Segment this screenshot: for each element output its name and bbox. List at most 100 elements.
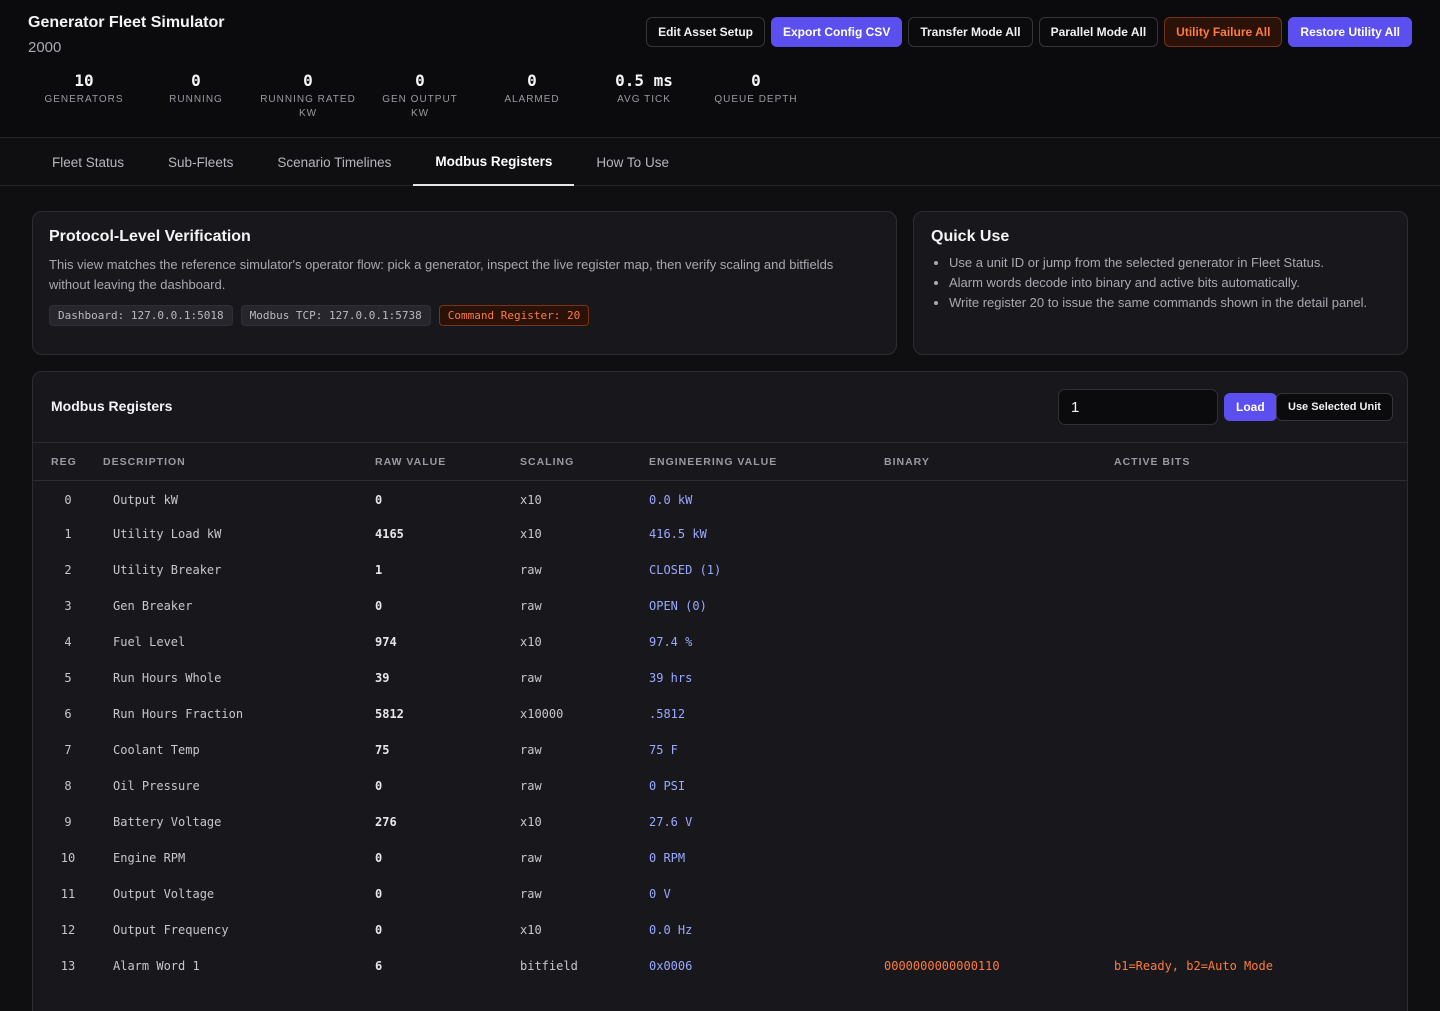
use-selected-unit-button[interactable]: Use Selected Unit: [1276, 393, 1393, 421]
stat-label: Alarmed: [504, 94, 560, 105]
stat-running-rated-kw: 0 Running Rated kW: [252, 71, 364, 121]
load-button[interactable]: Load: [1224, 393, 1277, 421]
binary-cell: [884, 480, 1114, 516]
reg-cell: 9: [64, 815, 72, 829]
raw-value-cell: 0: [375, 599, 383, 613]
description-cell: Alarm Word 1: [113, 959, 200, 973]
active-bits-cell: [1114, 480, 1407, 516]
reg-cell: 2: [64, 563, 72, 577]
scaling-cell: raw: [520, 743, 542, 757]
active-bits-cell: [1114, 552, 1407, 588]
unit-id-input[interactable]: [1058, 389, 1218, 425]
col-active-bits: Active Bits: [1114, 443, 1407, 481]
reg-cell: 3: [64, 599, 72, 613]
table-row: 10 Engine RPM 0 raw 0 RPM: [33, 840, 1407, 876]
engineering-value-cell: .5812: [649, 707, 686, 721]
description-cell: Run Hours Fraction: [113, 707, 244, 721]
engineering-value-cell: OPEN (0): [649, 599, 707, 613]
engineering-value-cell: 0 V: [649, 887, 671, 901]
description-cell: Output Frequency: [113, 923, 229, 937]
raw-value-cell: 5812: [375, 707, 404, 721]
description-cell: Utility Breaker: [113, 563, 222, 577]
table-row: 7 Coolant Temp 75 raw 75 F: [33, 732, 1407, 768]
raw-value-cell: 75: [375, 743, 390, 757]
raw-value-cell: 0: [375, 779, 383, 793]
list-item: Use a unit ID or jump from the selected …: [949, 253, 1390, 273]
description-cell: Output kW: [113, 493, 179, 508]
export-config-csv-button[interactable]: Export Config CSV: [770, 17, 903, 47]
stat-value: 0: [191, 71, 201, 90]
tab-sub-fleets[interactable]: Sub-Fleets: [146, 138, 255, 186]
verification-text: This view matches the reference simulato…: [49, 257, 834, 292]
reg-cell: 4: [64, 635, 72, 649]
table-row: 5 Run Hours Whole 39 raw 39 hrs: [33, 660, 1407, 696]
header-actions: Edit Asset Setup Export Config CSV Trans…: [646, 17, 1412, 47]
col-scaling: Scaling: [520, 443, 649, 481]
stat-queue-depth: 0 Queue Depth: [700, 71, 812, 121]
reg-cell: 1: [64, 527, 72, 541]
quick-use-card: Quick Use Use a unit ID or jump from the…: [913, 211, 1408, 355]
active-bits-cell: [1114, 696, 1407, 732]
description-cell: Oil Pressure: [113, 779, 200, 793]
raw-value-cell: 6: [375, 959, 383, 973]
dashboard-endpoint-chip: Dashboard: 127.0.0.1:5018: [49, 305, 233, 326]
stat-avg-tick: 0.5 ms Avg Tick: [588, 71, 700, 121]
reg-cell: 11: [60, 887, 76, 901]
utility-failure-all-button[interactable]: Utility Failure All: [1164, 17, 1283, 47]
engineering-value-cell: 0 RPM: [649, 851, 686, 865]
scaling-cell: bitfield: [520, 959, 578, 973]
stat-value: 0.5 ms: [615, 71, 673, 90]
active-bits-cell: [1114, 840, 1407, 876]
table-row: 2 Utility Breaker 1 raw CLOSED (1): [33, 552, 1407, 588]
table-row: 6 Run Hours Fraction 5812 x10000 .5812: [33, 696, 1407, 732]
stat-generators: 10 Generators: [28, 71, 140, 121]
tab-modbus-registers[interactable]: Modbus Registers: [413, 138, 575, 186]
raw-value-cell: 974: [375, 635, 397, 649]
col-raw-value: Raw Value: [375, 443, 520, 481]
binary-cell: [884, 624, 1114, 660]
registers-table: Reg Description Raw Value Scaling Engine…: [33, 443, 1407, 984]
col-reg: Reg: [33, 443, 103, 481]
scaling-cell: raw: [520, 599, 542, 613]
tab-how-to-use[interactable]: How To Use: [574, 138, 691, 186]
parallel-mode-all-button[interactable]: Parallel Mode All: [1038, 17, 1159, 47]
fleet-stats: 10 Generators 0 Running 0 Running Rated …: [28, 71, 812, 121]
stat-gen-output-kw: 0 Gen Output kW: [364, 71, 476, 121]
reg-cell: 13: [60, 959, 76, 973]
table-row: 9 Battery Voltage 276 x10 27.6 V: [33, 804, 1407, 840]
binary-cell: [884, 804, 1114, 840]
engineering-value-cell: 0x0006: [649, 959, 693, 973]
active-bits-cell: [1114, 660, 1407, 696]
app-header: Generator Fleet Simulator 2000 Edit Asse…: [0, 0, 1440, 138]
reg-cell: 7: [64, 743, 72, 757]
active-bits-cell: [1114, 804, 1407, 840]
tab-fleet-status[interactable]: Fleet Status: [30, 138, 146, 186]
description-cell: Engine RPM: [113, 851, 186, 865]
table-row: 4 Fuel Level 974 x10 97.4 %: [33, 624, 1407, 660]
binary-cell: [884, 696, 1114, 732]
col-binary: Binary: [884, 443, 1114, 481]
restore-utility-all-button[interactable]: Restore Utility All: [1288, 17, 1412, 47]
scaling-cell: x10: [520, 635, 542, 649]
table-row: 0 Output kW 0 x10 0.0 kW: [33, 480, 1407, 516]
stat-label: Gen Output kW: [382, 94, 458, 119]
stat-running: 0 Running: [140, 71, 252, 121]
stat-value: 0: [751, 71, 761, 90]
reg-cell: 6: [64, 707, 72, 721]
stat-alarmed: 0 Alarmed: [476, 71, 588, 121]
edit-asset-setup-button[interactable]: Edit Asset Setup: [646, 17, 765, 47]
scaling-cell: raw: [520, 887, 542, 901]
app-title: Generator Fleet Simulator: [28, 14, 225, 31]
engineering-value-cell: 97.4 %: [649, 635, 693, 649]
binary-cell: [884, 840, 1114, 876]
tab-scenario-timelines[interactable]: Scenario Timelines: [255, 138, 413, 186]
endpoint-chips: Dashboard: 127.0.0.1:5018 Modbus TCP: 12…: [49, 305, 880, 326]
scaling-cell: raw: [520, 563, 542, 577]
table-row: 1 Utility Load kW 4165 x10 416.5 kW: [33, 516, 1407, 552]
quick-use-list: Use a unit ID or jump from the selected …: [931, 253, 1390, 313]
transfer-mode-all-button[interactable]: Transfer Mode All: [908, 17, 1033, 47]
active-bits-cell: [1114, 768, 1407, 804]
binary-cell: [884, 876, 1114, 912]
engineering-value-cell: 0.0 kW: [649, 493, 693, 508]
description-cell: Utility Load kW: [113, 527, 222, 541]
